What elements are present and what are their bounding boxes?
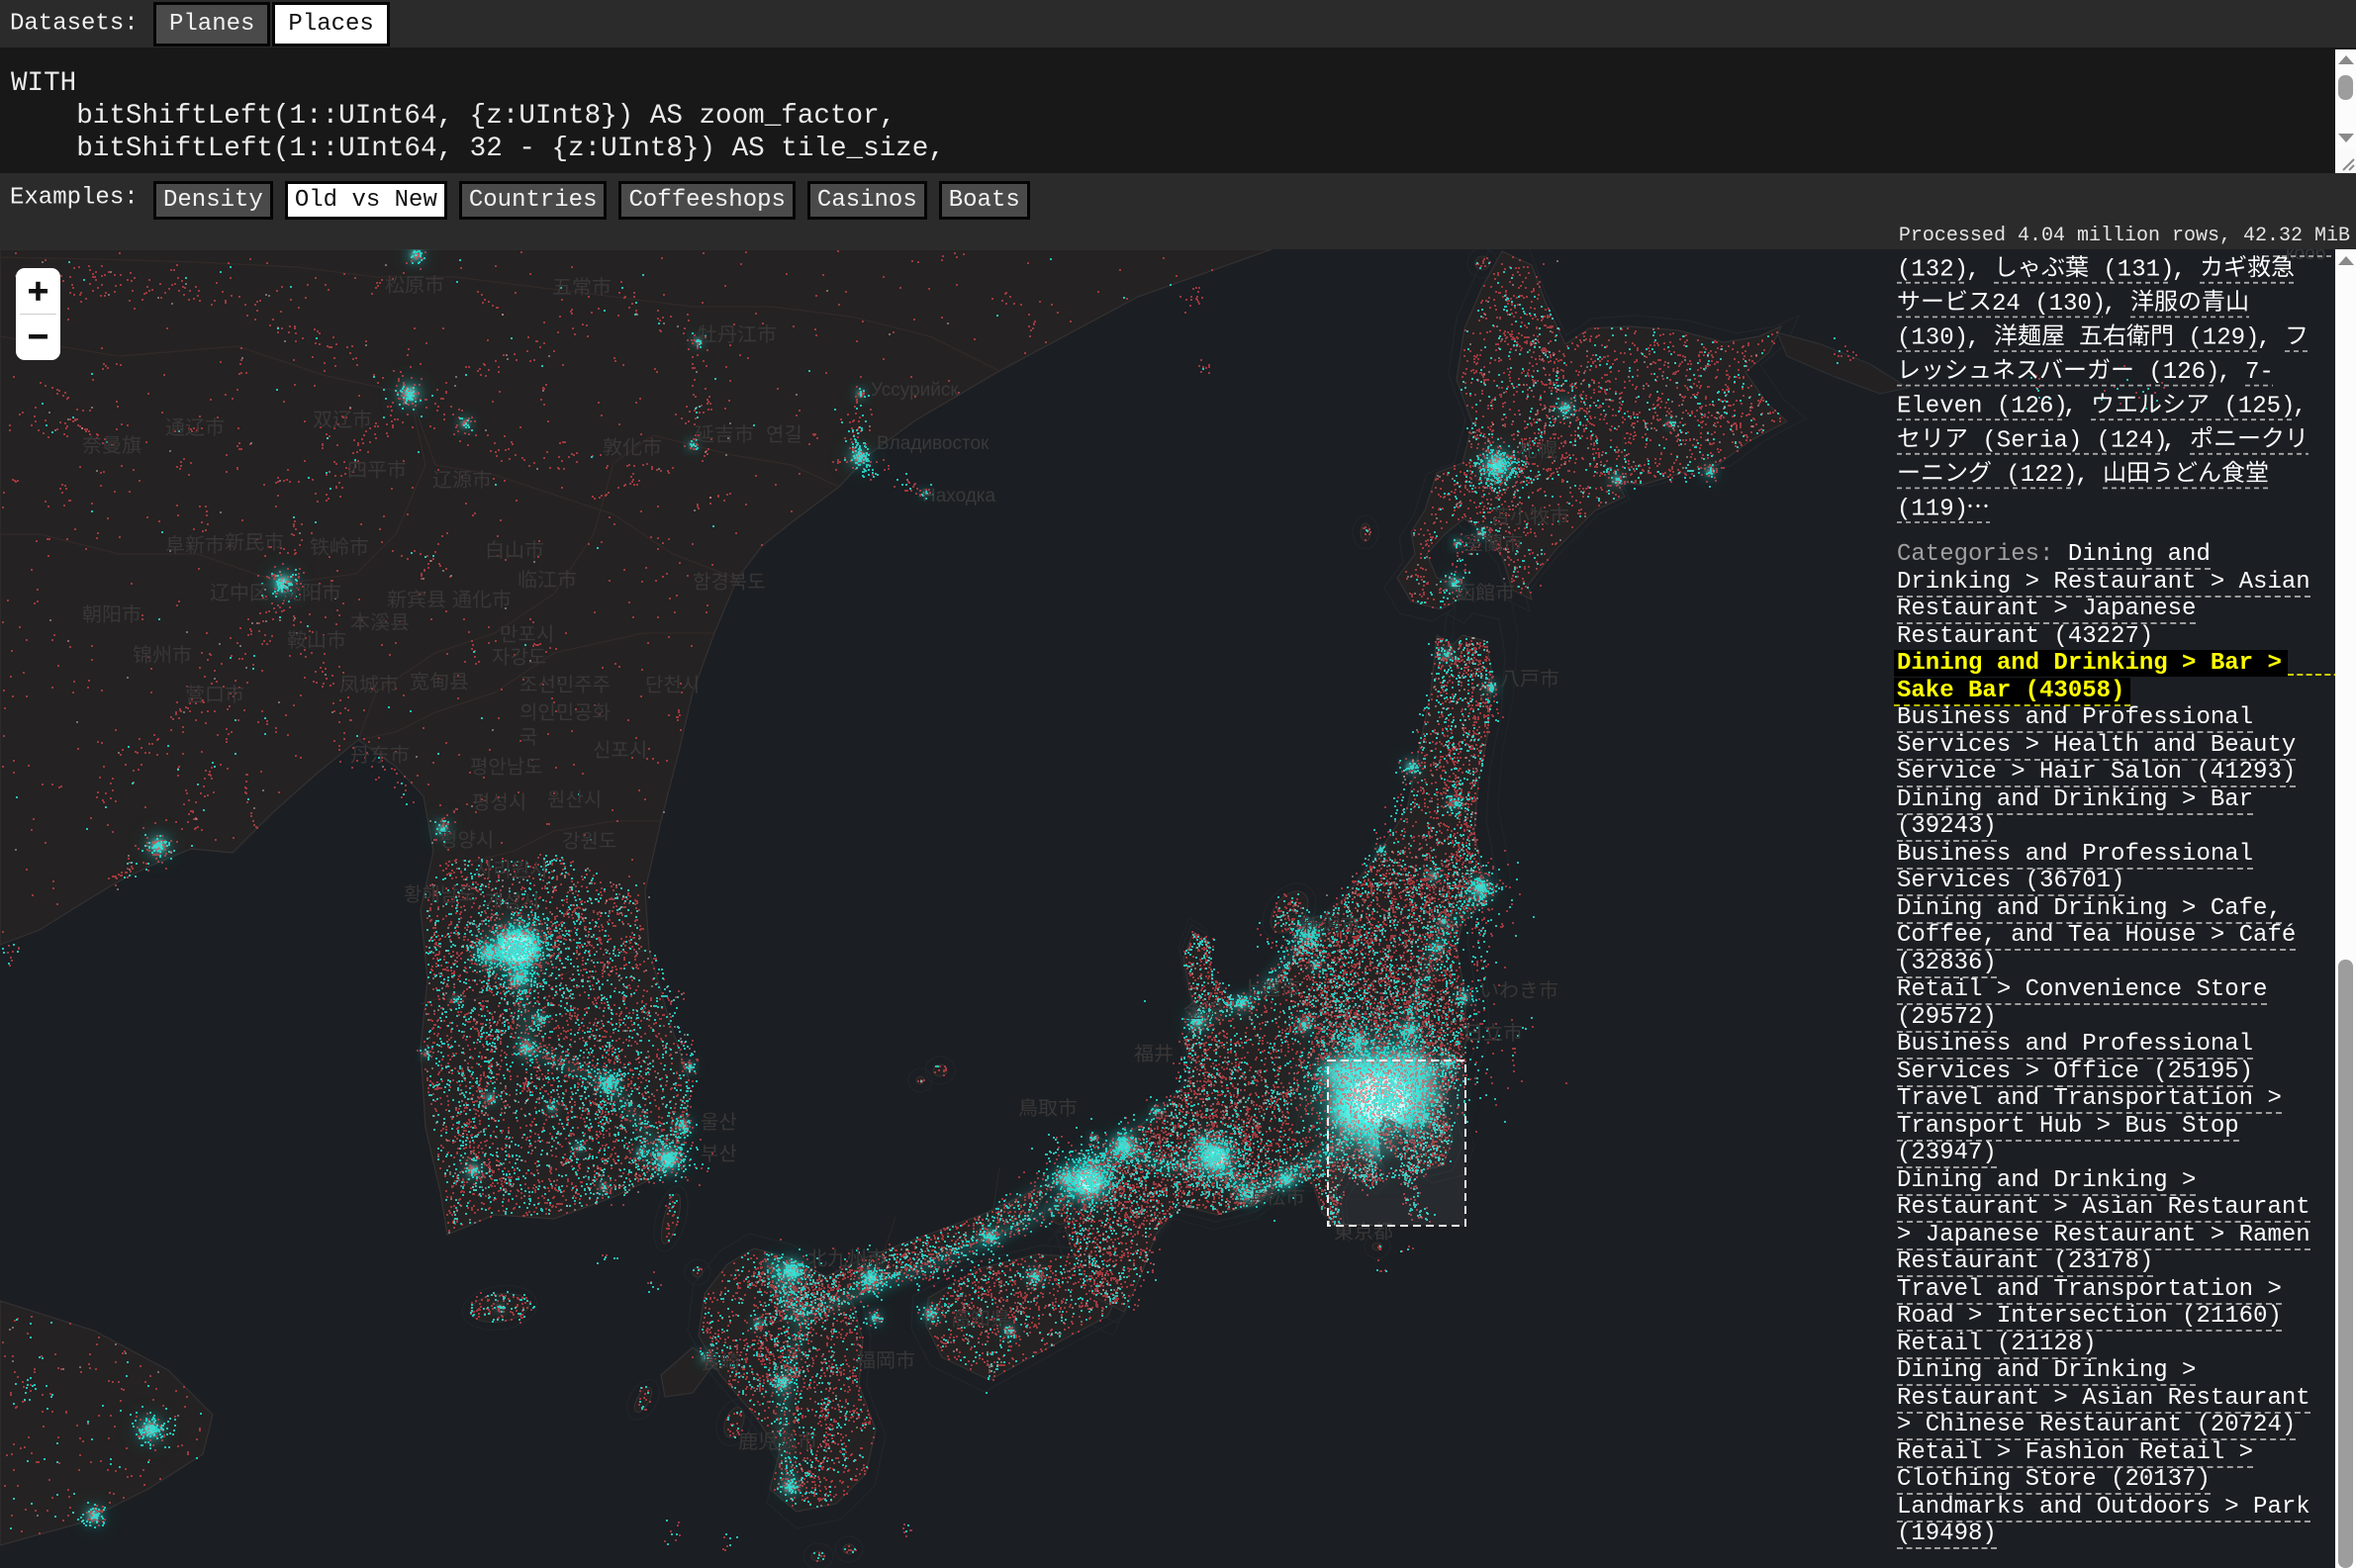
svg-text:,: , <box>2293 394 2307 420</box>
svg-text:24 (130): 24 (130) <box>1992 291 2106 318</box>
svg-text:Eleven (126): Eleven (126) <box>1897 394 2068 420</box>
svg-text:Находка: Находка <box>922 486 996 507</box>
svg-text:(129): (129) <box>2174 325 2259 352</box>
svg-text:(125): (125) <box>2210 394 2295 420</box>
svg-text:,: , <box>2162 427 2191 454</box>
svg-text:(Seria) (124): (Seria) (124) <box>1968 427 2168 454</box>
svg-text:,: , <box>1966 256 1995 283</box>
svg-text:7-: 7- <box>2245 359 2274 386</box>
svg-text:,: , <box>2103 291 2131 318</box>
svg-text:(132): (132) <box>1897 256 1968 283</box>
svg-text:(130): (130) <box>1897 325 1968 352</box>
svg-text:(122): (122) <box>1992 462 2077 489</box>
svg-text:Владивосток: Владивосток <box>877 433 990 454</box>
svg-text:(131): (131) <box>2089 256 2174 283</box>
svg-text:(119): (119) <box>1897 497 1968 523</box>
svg-text:,: , <box>2172 256 2201 283</box>
svg-text:,: , <box>2217 359 2246 386</box>
svg-text:,: , <box>1966 325 1995 352</box>
svg-text:,: , <box>2075 462 2104 489</box>
svg-text:,: , <box>2063 394 2092 420</box>
svg-text:,: , <box>2257 325 2286 352</box>
svg-text:(126): (126) <box>2134 359 2219 386</box>
svg-text:Уссурийск: Уссурийск <box>871 380 959 401</box>
